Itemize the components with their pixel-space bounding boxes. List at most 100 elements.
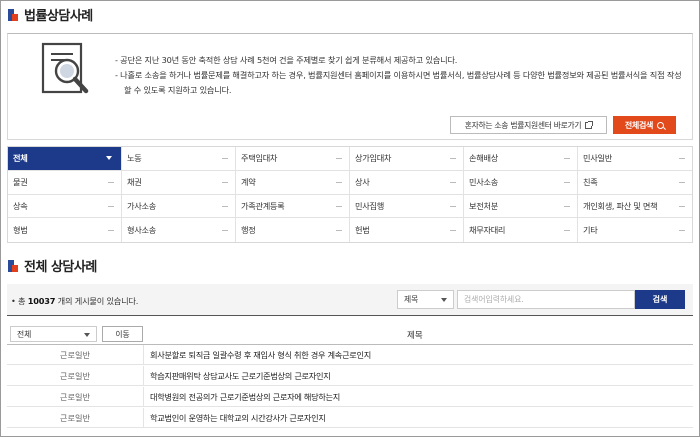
category-label: 형법 — [13, 225, 28, 236]
dash-icon — [336, 205, 342, 207]
search-input[interactable] — [457, 290, 635, 309]
category-item[interactable]: 민사소송 — [464, 170, 578, 195]
category-label: 민사일반 — [583, 153, 612, 164]
square-mark-icon — [8, 8, 18, 21]
count-suffix: 개의 게시물이 있습니다. — [57, 296, 139, 306]
category-item-all[interactable]: 전체 — [8, 147, 122, 171]
chevron-down-icon — [441, 298, 447, 302]
search-all-label: 전체검색 — [624, 120, 654, 130]
dash-icon — [222, 230, 228, 232]
category-label: 주택임대차 — [241, 153, 278, 164]
dash-icon — [108, 230, 114, 232]
page-title: 법률상담사례 — [8, 5, 93, 24]
category-label: 손해배상 — [469, 153, 498, 164]
row-title-link[interactable]: 대학병원의 전공의가 근로기준법상의 근로자에 해당하는지 — [150, 387, 340, 406]
category-label: 친족 — [583, 177, 598, 188]
category-item[interactable]: 행정 — [236, 218, 350, 242]
category-label: 노동 — [127, 153, 142, 164]
category-item[interactable]: 개인회생, 파산 및 면책 — [578, 195, 692, 219]
category-label: 기타 — [583, 225, 598, 236]
category-item[interactable]: 노동 — [122, 147, 236, 171]
category-filter-value: 전체 — [17, 329, 32, 339]
external-link-icon — [585, 120, 594, 129]
category-label: 상가임대차 — [355, 153, 392, 164]
page-title-text: 법률상담사례 — [24, 9, 93, 24]
section-title: 전체 상담사례 — [8, 256, 97, 275]
category-item[interactable]: 채권 — [122, 170, 236, 195]
title-column-header: 제목 — [407, 331, 423, 341]
dash-icon — [679, 230, 685, 232]
row-title-link[interactable]: 회사분할로 퇴직금 일괄수령 후 재입사 형식 취한 경우 계속근로인지 — [150, 345, 371, 364]
dash-icon — [450, 205, 456, 207]
dash-icon — [450, 158, 456, 160]
dash-icon — [679, 182, 685, 184]
dash-icon — [336, 158, 342, 160]
count-value: 10037 — [27, 296, 56, 306]
category-label: 행정 — [241, 225, 256, 236]
dash-icon — [336, 230, 342, 232]
dash-icon — [222, 205, 228, 207]
dash-icon — [222, 158, 228, 160]
category-item[interactable]: 상사 — [350, 170, 464, 195]
category-label: 상사 — [355, 177, 370, 188]
row-category: 근로일반 — [7, 408, 144, 427]
category-item[interactable]: 형사소송 — [122, 218, 236, 242]
move-button[interactable]: 이동 — [102, 326, 143, 342]
search-all-button[interactable]: 전체검색 — [613, 116, 676, 134]
category-item[interactable]: 상가임대차 — [350, 147, 464, 171]
category-label: 민사소송 — [469, 177, 498, 188]
row-title-link[interactable]: 학습지판매위탁 상담교사도 근로기준법상의 근로자인지 — [150, 366, 331, 385]
category-label: 상속 — [13, 200, 28, 211]
category-label: 보전처분 — [469, 200, 498, 211]
dash-icon — [450, 230, 456, 232]
category-item[interactable]: 계약 — [236, 170, 350, 195]
category-label: 채권 — [127, 177, 142, 188]
category-item[interactable]: 손해배상 — [464, 147, 578, 171]
dash-icon — [679, 158, 685, 160]
dash-icon — [108, 182, 114, 184]
search-field-value: 제목 — [404, 295, 419, 304]
category-item[interactable]: 친족 — [578, 171, 692, 195]
row-title-link[interactable]: 학교법인이 운영하는 대학교의 시간강사가 근로자인지 — [150, 408, 326, 427]
dash-icon — [564, 205, 570, 207]
row-category: 근로일반 — [7, 387, 144, 406]
dash-icon — [564, 158, 570, 160]
category-item[interactable]: 주택임대차 — [236, 147, 350, 171]
category-label: 물권 — [13, 177, 28, 188]
category-item[interactable]: 채무자대리 — [464, 218, 578, 242]
dash-icon — [222, 182, 228, 184]
category-item[interactable]: 가사소송 — [122, 194, 236, 219]
legal-support-center-link-button[interactable]: 혼자하는 소송 법률지원센터 바로가기 — [450, 116, 607, 134]
chevron-down-icon — [106, 156, 112, 161]
search-button[interactable]: 검색 — [635, 290, 685, 309]
category-item[interactable]: 가족관계등록 — [236, 194, 350, 219]
category-label: 계약 — [241, 177, 256, 188]
row-category: 근로일반 — [7, 366, 144, 385]
dash-icon — [679, 205, 685, 207]
section-title-text: 전체 상담사례 — [24, 260, 97, 275]
category-label: 헌법 — [355, 225, 370, 236]
table-row: 근로일반 대학병원의 전공의가 근로기준법상의 근로자에 해당하는지 — [7, 387, 693, 407]
category-item[interactable]: 상속 — [8, 194, 122, 219]
search-icon — [657, 121, 665, 129]
count-prefix: • 총 — [11, 296, 26, 306]
category-item[interactable]: 기타 — [578, 218, 692, 242]
category-item[interactable]: 민사일반 — [578, 147, 692, 171]
chevron-down-icon — [84, 333, 90, 337]
document-magnifier-icon — [41, 42, 89, 94]
dash-icon — [336, 182, 342, 184]
square-mark-icon — [8, 259, 18, 272]
post-count: • 총 10037 개의 게시물이 있습니다. — [11, 295, 138, 307]
category-item[interactable]: 헌법 — [350, 218, 464, 242]
category-item[interactable]: 보전처분 — [464, 194, 578, 219]
category-item[interactable]: 민사집행 — [350, 194, 464, 219]
table-row: 근로일반 학습지판매위탁 상담교사도 근로기준법상의 근로자인지 — [7, 366, 693, 386]
dash-icon — [564, 182, 570, 184]
category-item[interactable]: 형법 — [8, 218, 122, 242]
search-field-select[interactable]: 제목 — [397, 290, 454, 309]
category-item[interactable]: 물권 — [8, 170, 122, 195]
category-filter-select[interactable]: 전체 — [10, 326, 97, 342]
table-row: 근로일반 회사분할로 퇴직금 일괄수령 후 재입사 형식 취한 경우 계속근로인… — [7, 345, 693, 365]
table-header: 전체 이동 제목 — [7, 323, 693, 345]
row-category: 근로일반 — [7, 345, 144, 364]
